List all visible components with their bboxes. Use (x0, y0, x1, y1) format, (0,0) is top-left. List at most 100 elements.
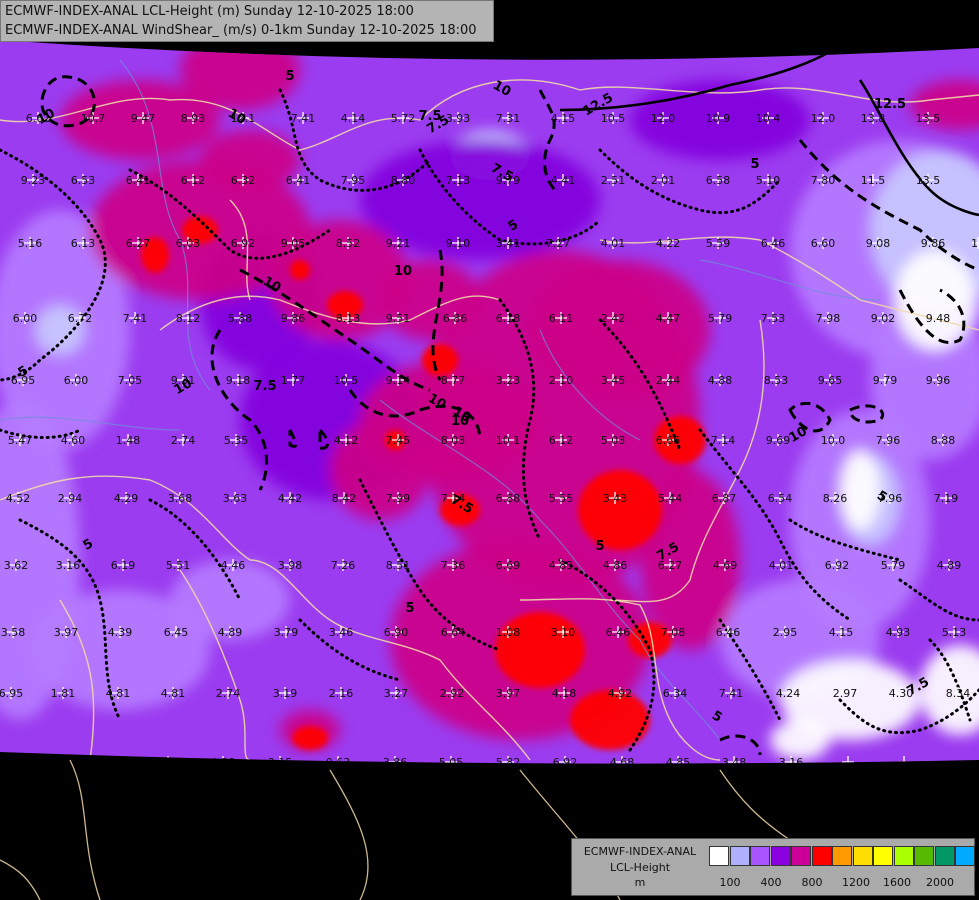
station-value-label: 1.48 (116, 434, 141, 447)
station-value-label: 4.88 (708, 374, 733, 387)
station-value-label: 10.5 (601, 112, 626, 125)
station-value-label: 7.95 (341, 174, 366, 187)
legend-title-param: LCL-Height (609, 861, 671, 874)
station-value-label: 4.89 (937, 559, 962, 572)
contour-value-label: 5 (750, 157, 759, 172)
station-value-label: 3.45 (601, 374, 626, 387)
contour-value-label: 12.5 (874, 97, 906, 112)
station-value-label: 4.46 (221, 559, 246, 572)
station-value-label: 10.5 (334, 374, 359, 387)
station-value-label: 6.86 (443, 312, 468, 325)
station-value-label: 8.03 (441, 434, 466, 447)
station-value-label: 5.55 (549, 492, 574, 505)
station-value-label: 2.44 (656, 374, 681, 387)
station-value-label: 5.51 (166, 559, 191, 572)
station-value-label: 6.12 (181, 174, 206, 187)
legend-swatch (729, 846, 750, 866)
station-value-label: 9.51 (386, 312, 411, 325)
legend-tick-label: 400 (760, 876, 782, 889)
station-value-label: 2.92 (440, 687, 465, 700)
station-value-label: 6.53 (71, 174, 96, 187)
station-value-label: 3.58 (1, 626, 26, 639)
station-value-label: 6.45 (164, 626, 189, 639)
station-value-label: 9.14 (386, 374, 411, 387)
station-value-label: 3.19 (273, 687, 298, 700)
station-value-label: 7.19 (934, 492, 959, 505)
high-lcl-core (290, 260, 310, 280)
station-value-label: 4.39 (108, 626, 133, 639)
station-value-label: 7.41 (123, 312, 148, 325)
legend-swatch (852, 846, 873, 866)
station-value-label: 7.08 (661, 626, 686, 639)
station-value-label: 6.00 (64, 374, 89, 387)
station-value-label: 3.16 (56, 559, 81, 572)
field-blob (840, 450, 880, 530)
station-value-label: 4.24 (776, 687, 801, 700)
station-value-label: 5.16 (18, 237, 43, 250)
station-value-label: 11 (971, 237, 979, 250)
contour-value-label: 5 (405, 601, 414, 616)
station-value-label: 6.13 (71, 237, 96, 250)
station-value-label: 3.79 (274, 626, 299, 639)
station-value-label: 2.10 (549, 374, 574, 387)
station-value-label: 9.86 (281, 312, 306, 325)
station-value-label: 7.13 (446, 174, 471, 187)
station-value-label: 6.66 (656, 434, 681, 447)
station-value-label: 5.47 (8, 434, 33, 447)
station-value-label: 2.16 (329, 687, 354, 700)
station-value-label: 7.41 (291, 112, 316, 125)
station-value-label: 7.80 (811, 174, 836, 187)
station-value-label: 2.42 (601, 312, 626, 325)
legend-swatch (914, 846, 934, 866)
station-value-label: 8.93 (181, 112, 206, 125)
legend-swatch (770, 846, 791, 866)
station-value-label: 4.81 (106, 687, 131, 700)
station-value-label: 13.5 (916, 112, 941, 125)
legend-tick-label: 1200 (842, 876, 870, 889)
station-value-label: 6.03 (176, 237, 201, 250)
station-value-label: 4.18 (552, 687, 577, 700)
contour-value-label: 7.5 (253, 379, 276, 394)
station-value-label: 12.0 (811, 112, 836, 125)
station-value-label: 3.62 (4, 559, 29, 572)
contour-value-label: 5 (595, 539, 604, 554)
high-lcl-core (292, 726, 328, 750)
station-value-label: 8.26 (823, 492, 848, 505)
station-value-label: 2.74 (216, 687, 241, 700)
station-value-label: 4.41 (551, 174, 576, 187)
station-value-label: 6.34 (663, 687, 688, 700)
station-value-label: 4.14 (341, 112, 366, 125)
station-value-label: 8.12 (176, 312, 201, 325)
legend-swatch (955, 846, 975, 866)
station-value-label: 6.60 (811, 237, 836, 250)
station-value-label: 5.13 (942, 626, 967, 639)
station-value-label: 6.46 (761, 237, 786, 250)
station-value-label: 9.65 (818, 374, 843, 387)
station-value-label: 6.19 (111, 559, 136, 572)
station-value-label: 3.98 (278, 559, 303, 572)
station-value-label: 6.18 (496, 312, 521, 325)
station-value-label: 4.93 (886, 626, 911, 639)
station-value-label: 9.69 (766, 434, 791, 447)
station-value-label: 9.96 (926, 374, 951, 387)
station-value-label: 8.88 (931, 434, 956, 447)
title-box: ECMWF-INDEX-ANAL LCL-Height (m) Sunday 1… (0, 0, 494, 42)
station-value-label: 5.59 (706, 237, 731, 250)
station-value-label: 4.22 (656, 237, 681, 250)
station-value-label: 6.87 (712, 492, 737, 505)
station-value-label: 11.5 (861, 174, 886, 187)
station-value-label: 4.29 (114, 492, 139, 505)
station-value-label: 2.97 (833, 687, 858, 700)
station-value-label: 8.80 (391, 174, 416, 187)
station-value-label: 7.96 (876, 434, 901, 447)
contour-value-label: 5 (285, 69, 294, 84)
legend-title-model: ECMWF-INDEX-ANAL (583, 845, 697, 858)
station-value-label: 3.23 (496, 374, 521, 387)
station-value-label: 4.47 (656, 312, 681, 325)
station-value-label: 4.60 (61, 434, 86, 447)
station-value-label: 7.53 (761, 312, 786, 325)
station-value-label: 6.41 (286, 174, 311, 187)
contour-value-label: 7.5 (418, 109, 441, 124)
station-value-label: 8.34 (946, 687, 971, 700)
station-value-label: 9.86 (921, 237, 946, 250)
